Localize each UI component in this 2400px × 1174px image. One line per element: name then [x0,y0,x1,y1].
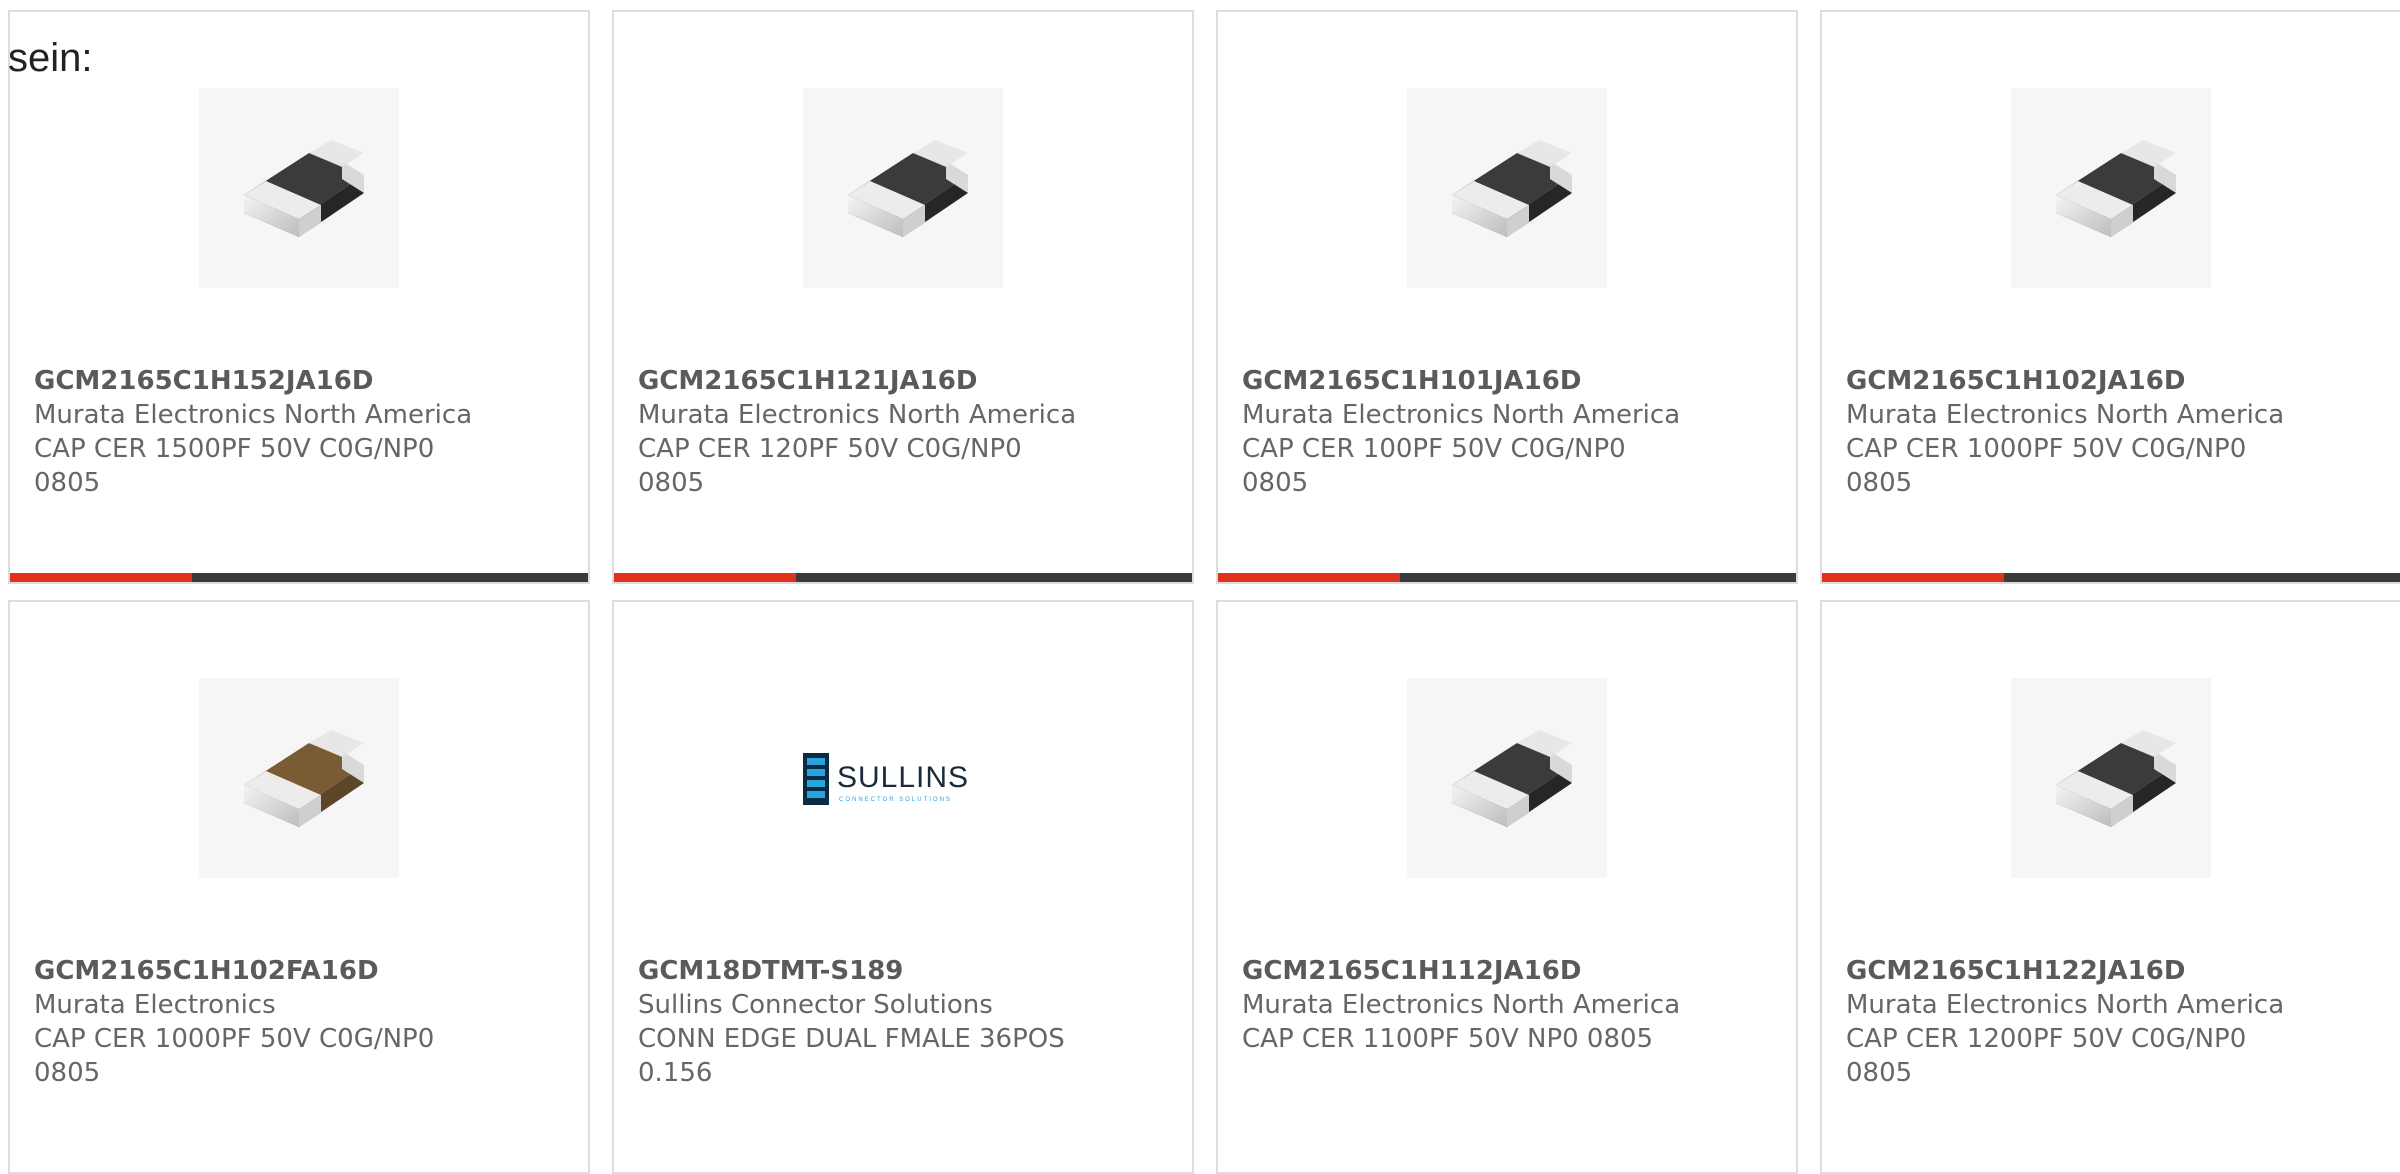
manufacturer-name: Sullins Connector Solutions [638,990,993,1020]
product-info: GCM18DTMT-S189 Sullins Connector Solutio… [638,954,1172,1090]
product-image[interactable] [199,88,399,288]
product-description: CAP CER 1200PF 50V C0G/NP0 0805 [1846,1024,2247,1088]
card-bottom-bar [10,573,588,582]
card-bottom-bar [614,573,1192,582]
capacitor-image [2056,140,2176,237]
manufacturer-name: Murata Electronics North America [638,400,1077,430]
part-number-link[interactable]: GCM2165C1H102FA16D [34,954,568,988]
product-image[interactable] [199,678,399,878]
part-number-link[interactable]: GCM2165C1H122JA16D [1846,954,2380,988]
product-info: GCM2165C1H112JA16D Murata Electronics No… [1242,954,1776,1056]
capacitor-image [848,140,968,237]
product-info: GCM2165C1H102JA16D Murata Electronics No… [1846,364,2380,500]
product-card[interactable]: GCM2165C1H101JA16D Murata Electronics No… [1216,10,1798,584]
product-card[interactable]: GCM2165C1H152JA16D Murata Electronics No… [8,10,590,584]
product-card[interactable]: GCM2165C1H122JA16D Murata Electronics No… [1820,600,2400,1174]
svg-text:SULLINS: SULLINS [837,761,969,794]
part-number-link[interactable]: GCM2165C1H152JA16D [34,364,568,398]
product-card[interactable]: GCM2165C1H112JA16D Murata Electronics No… [1216,600,1798,1174]
card-bottom-bar [1822,573,2400,582]
manufacturer-name: Murata Electronics North America [34,400,473,430]
product-description: CAP CER 120PF 50V C0G/NP0 0805 [638,434,1022,498]
product-card[interactable]: SULLINS CONNECTOR SOLUTIONS GCM18DTMT-S1… [612,600,1194,1174]
product-image[interactable] [1407,678,1607,878]
product-info: GCM2165C1H122JA16D Murata Electronics No… [1846,954,2380,1090]
manufacturer-name: Murata Electronics North America [1242,400,1681,430]
part-number-link[interactable]: GCM2165C1H101JA16D [1242,364,1776,398]
card-accent-bar [1822,573,2004,582]
part-number-link[interactable]: GCM2165C1H112JA16D [1242,954,1776,988]
capacitor-image [2056,730,2176,827]
manufacturer-name: Murata Electronics [34,990,276,1020]
part-number-link[interactable]: GCM2165C1H121JA16D [638,364,1172,398]
sullins-logo: SULLINS CONNECTOR SOLUTIONS [803,753,969,805]
manufacturer-name: Murata Electronics North America [1846,400,2285,430]
card-accent-bar [10,573,192,582]
product-description: CAP CER 1100PF 50V NP0 0805 [1242,1024,1654,1054]
product-image[interactable] [803,88,1003,288]
svg-text:CONNECTOR SOLUTIONS: CONNECTOR SOLUTIONS [839,797,952,803]
part-number-link[interactable]: GCM18DTMT-S189 [638,954,1172,988]
product-image[interactable]: SULLINS CONNECTOR SOLUTIONS [803,678,1003,878]
product-image[interactable] [1407,88,1607,288]
lead-text: sein: [8,36,93,80]
product-description: CAP CER 1500PF 50V C0G/NP0 0805 [34,434,435,498]
product-grid: GCM2165C1H152JA16D Murata Electronics No… [0,0,2400,1174]
product-info: GCM2165C1H102FA16D Murata Electronics CA… [34,954,568,1090]
product-description: CONN EDGE DUAL FMALE 36POS 0.156 [638,1024,1065,1088]
capacitor-image [1452,140,1572,237]
part-number-link[interactable]: GCM2165C1H102JA16D [1846,364,2380,398]
product-info: GCM2165C1H152JA16D Murata Electronics No… [34,364,568,500]
product-card[interactable]: GCM2165C1H121JA16D Murata Electronics No… [612,10,1194,584]
card-accent-bar [1218,573,1400,582]
capacitor-image [244,730,364,827]
card-bottom-bar [1218,573,1796,582]
manufacturer-name: Murata Electronics North America [1846,990,2285,1020]
product-image[interactable] [2011,88,2211,288]
capacitor-image [1452,730,1572,827]
product-description: CAP CER 1000PF 50V C0G/NP0 0805 [34,1024,435,1088]
card-accent-bar [614,573,796,582]
product-image[interactable] [2011,678,2211,878]
product-card[interactable]: GCM2165C1H102JA16D Murata Electronics No… [1820,10,2400,584]
product-info: GCM2165C1H101JA16D Murata Electronics No… [1242,364,1776,500]
product-description: CAP CER 1000PF 50V C0G/NP0 0805 [1846,434,2247,498]
product-card[interactable]: GCM2165C1H102FA16D Murata Electronics CA… [8,600,590,1174]
manufacturer-name: Murata Electronics North America [1242,990,1681,1020]
product-info: GCM2165C1H121JA16D Murata Electronics No… [638,364,1172,500]
capacitor-image [244,140,364,237]
product-description: CAP CER 100PF 50V C0G/NP0 0805 [1242,434,1626,498]
